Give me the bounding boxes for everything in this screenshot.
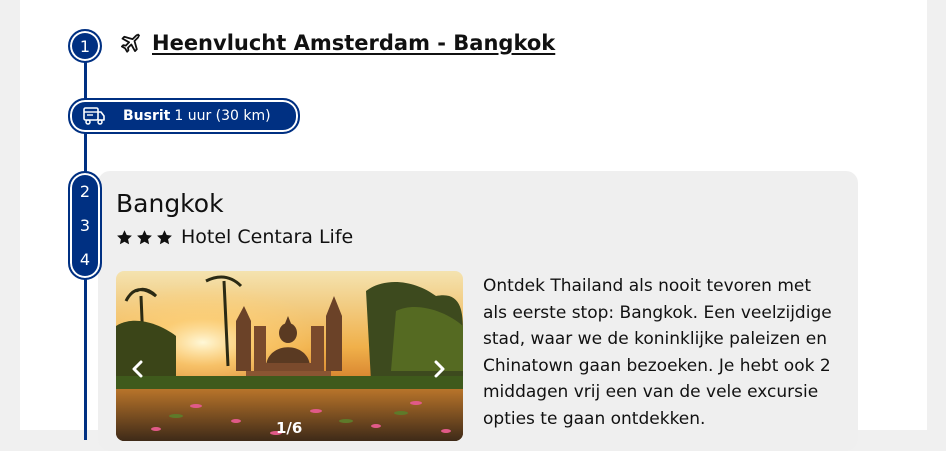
transfer-type: Busrit xyxy=(123,108,171,124)
days-pill: 2 3 4 xyxy=(68,171,102,280)
transfer-detail: 1 uur (30 km) xyxy=(174,108,271,124)
day-number: 1 xyxy=(79,36,91,56)
flight-link[interactable]: Heenvlucht Amsterdam - Bangkok xyxy=(152,31,555,55)
transfer-pill: Busrit 1 uur (30 km) xyxy=(68,98,300,134)
day-number: 4 xyxy=(79,249,91,269)
hotel-row: Hotel Centara Life xyxy=(116,226,353,248)
gallery-counter: 1/6 xyxy=(276,419,303,437)
bus-icon xyxy=(83,107,105,125)
gallery-image xyxy=(116,271,463,441)
flight-row: Heenvlucht Amsterdam - Bangkok xyxy=(118,31,555,55)
hotel-rating xyxy=(116,229,173,246)
photo-gallery[interactable]: 1/6 xyxy=(116,271,463,441)
star-icon xyxy=(137,229,152,244)
day-number: 2 xyxy=(79,182,91,202)
transfer-text: Busrit 1 uur (30 km) xyxy=(123,108,271,124)
city-title: Bangkok xyxy=(116,189,224,218)
day-number: 3 xyxy=(79,215,91,235)
gallery-next-button[interactable] xyxy=(427,357,451,381)
day-badge: 1 xyxy=(68,29,102,63)
star-icon xyxy=(157,229,172,244)
chevron-right-icon xyxy=(434,360,445,378)
airplane-icon xyxy=(121,33,140,53)
chevron-left-icon xyxy=(132,360,143,378)
gallery-prev-button[interactable] xyxy=(126,357,150,381)
star-icon xyxy=(117,229,132,244)
stop-description: Ontdek Thailand als nooit tevoren met al… xyxy=(483,276,832,429)
hotel-name[interactable]: Hotel Centara Life xyxy=(181,226,353,248)
